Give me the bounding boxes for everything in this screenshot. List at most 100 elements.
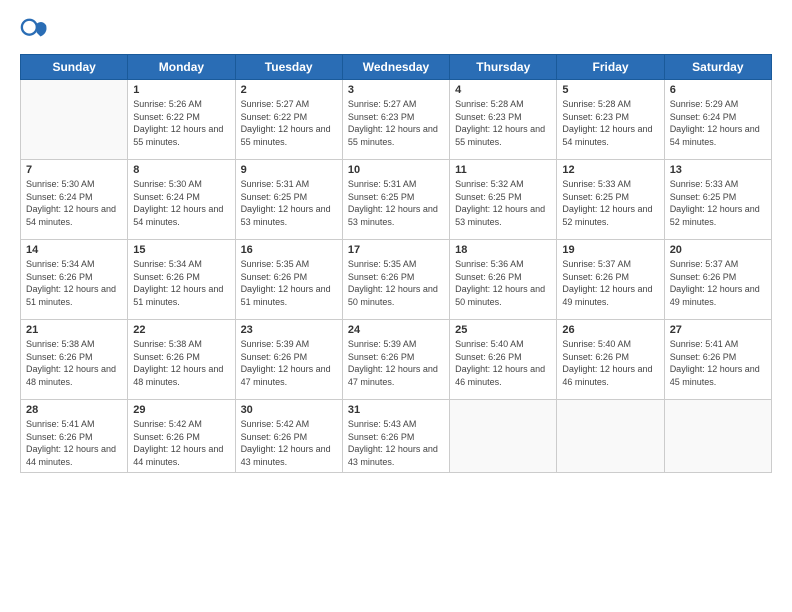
day-cell: 11 Sunrise: 5:32 AM Sunset: 6:25 PM Dayl…	[450, 160, 557, 240]
day-info: Sunrise: 5:29 AM Sunset: 6:24 PM Dayligh…	[670, 98, 766, 148]
day-cell: 14 Sunrise: 5:34 AM Sunset: 6:26 PM Dayl…	[21, 240, 128, 320]
page: SundayMondayTuesdayWednesdayThursdayFrid…	[0, 0, 792, 612]
day-cell: 26 Sunrise: 5:40 AM Sunset: 6:26 PM Dayl…	[557, 320, 664, 400]
day-cell: 3 Sunrise: 5:27 AM Sunset: 6:23 PM Dayli…	[342, 80, 449, 160]
day-cell: 4 Sunrise: 5:28 AM Sunset: 6:23 PM Dayli…	[450, 80, 557, 160]
day-number: 11	[455, 164, 551, 176]
day-cell	[21, 80, 128, 160]
day-number: 23	[241, 324, 337, 336]
day-info: Sunrise: 5:34 AM Sunset: 6:26 PM Dayligh…	[133, 258, 229, 308]
day-info: Sunrise: 5:32 AM Sunset: 6:25 PM Dayligh…	[455, 178, 551, 228]
day-info: Sunrise: 5:30 AM Sunset: 6:24 PM Dayligh…	[133, 178, 229, 228]
day-info: Sunrise: 5:38 AM Sunset: 6:26 PM Dayligh…	[133, 338, 229, 388]
day-number: 25	[455, 324, 551, 336]
day-cell: 2 Sunrise: 5:27 AM Sunset: 6:22 PM Dayli…	[235, 80, 342, 160]
day-info: Sunrise: 5:33 AM Sunset: 6:25 PM Dayligh…	[670, 178, 766, 228]
day-cell	[450, 400, 557, 473]
day-info: Sunrise: 5:37 AM Sunset: 6:26 PM Dayligh…	[562, 258, 658, 308]
day-cell: 23 Sunrise: 5:39 AM Sunset: 6:26 PM Dayl…	[235, 320, 342, 400]
logo	[20, 16, 52, 44]
day-number: 16	[241, 244, 337, 256]
day-info: Sunrise: 5:33 AM Sunset: 6:25 PM Dayligh…	[562, 178, 658, 228]
calendar: SundayMondayTuesdayWednesdayThursdayFrid…	[20, 54, 772, 602]
day-cell: 21 Sunrise: 5:38 AM Sunset: 6:26 PM Dayl…	[21, 320, 128, 400]
day-info: Sunrise: 5:26 AM Sunset: 6:22 PM Dayligh…	[133, 98, 229, 148]
day-number: 9	[241, 164, 337, 176]
day-number: 13	[670, 164, 766, 176]
day-info: Sunrise: 5:42 AM Sunset: 6:26 PM Dayligh…	[241, 418, 337, 468]
day-cell: 6 Sunrise: 5:29 AM Sunset: 6:24 PM Dayli…	[664, 80, 771, 160]
day-cell	[664, 400, 771, 473]
day-cell: 24 Sunrise: 5:39 AM Sunset: 6:26 PM Dayl…	[342, 320, 449, 400]
day-number: 10	[348, 164, 444, 176]
week-row-2: 7 Sunrise: 5:30 AM Sunset: 6:24 PM Dayli…	[21, 160, 772, 240]
day-info: Sunrise: 5:30 AM Sunset: 6:24 PM Dayligh…	[26, 178, 122, 228]
week-row-4: 21 Sunrise: 5:38 AM Sunset: 6:26 PM Dayl…	[21, 320, 772, 400]
day-cell: 1 Sunrise: 5:26 AM Sunset: 6:22 PM Dayli…	[128, 80, 235, 160]
day-info: Sunrise: 5:40 AM Sunset: 6:26 PM Dayligh…	[562, 338, 658, 388]
day-cell: 10 Sunrise: 5:31 AM Sunset: 6:25 PM Dayl…	[342, 160, 449, 240]
day-cell: 13 Sunrise: 5:33 AM Sunset: 6:25 PM Dayl…	[664, 160, 771, 240]
header-cell-tuesday: Tuesday	[235, 55, 342, 80]
day-cell	[557, 400, 664, 473]
day-number: 24	[348, 324, 444, 336]
day-info: Sunrise: 5:28 AM Sunset: 6:23 PM Dayligh…	[455, 98, 551, 148]
day-cell: 22 Sunrise: 5:38 AM Sunset: 6:26 PM Dayl…	[128, 320, 235, 400]
day-number: 1	[133, 84, 229, 96]
day-number: 20	[670, 244, 766, 256]
day-info: Sunrise: 5:40 AM Sunset: 6:26 PM Dayligh…	[455, 338, 551, 388]
day-info: Sunrise: 5:38 AM Sunset: 6:26 PM Dayligh…	[26, 338, 122, 388]
day-info: Sunrise: 5:39 AM Sunset: 6:26 PM Dayligh…	[241, 338, 337, 388]
day-cell: 18 Sunrise: 5:36 AM Sunset: 6:26 PM Dayl…	[450, 240, 557, 320]
day-info: Sunrise: 5:35 AM Sunset: 6:26 PM Dayligh…	[348, 258, 444, 308]
header	[20, 16, 772, 44]
day-cell: 30 Sunrise: 5:42 AM Sunset: 6:26 PM Dayl…	[235, 400, 342, 473]
day-cell: 16 Sunrise: 5:35 AM Sunset: 6:26 PM Dayl…	[235, 240, 342, 320]
day-info: Sunrise: 5:36 AM Sunset: 6:26 PM Dayligh…	[455, 258, 551, 308]
header-cell-saturday: Saturday	[664, 55, 771, 80]
day-cell: 7 Sunrise: 5:30 AM Sunset: 6:24 PM Dayli…	[21, 160, 128, 240]
day-cell: 29 Sunrise: 5:42 AM Sunset: 6:26 PM Dayl…	[128, 400, 235, 473]
day-number: 18	[455, 244, 551, 256]
day-cell: 15 Sunrise: 5:34 AM Sunset: 6:26 PM Dayl…	[128, 240, 235, 320]
header-cell-wednesday: Wednesday	[342, 55, 449, 80]
header-cell-sunday: Sunday	[21, 55, 128, 80]
day-info: Sunrise: 5:31 AM Sunset: 6:25 PM Dayligh…	[241, 178, 337, 228]
day-number: 19	[562, 244, 658, 256]
week-row-1: 1 Sunrise: 5:26 AM Sunset: 6:22 PM Dayli…	[21, 80, 772, 160]
day-number: 28	[26, 404, 122, 416]
day-number: 21	[26, 324, 122, 336]
day-cell: 9 Sunrise: 5:31 AM Sunset: 6:25 PM Dayli…	[235, 160, 342, 240]
day-number: 31	[348, 404, 444, 416]
day-info: Sunrise: 5:27 AM Sunset: 6:22 PM Dayligh…	[241, 98, 337, 148]
day-number: 30	[241, 404, 337, 416]
header-cell-monday: Monday	[128, 55, 235, 80]
day-number: 15	[133, 244, 229, 256]
day-number: 26	[562, 324, 658, 336]
day-cell: 28 Sunrise: 5:41 AM Sunset: 6:26 PM Dayl…	[21, 400, 128, 473]
day-number: 29	[133, 404, 229, 416]
calendar-table: SundayMondayTuesdayWednesdayThursdayFrid…	[20, 54, 772, 473]
day-number: 17	[348, 244, 444, 256]
day-info: Sunrise: 5:28 AM Sunset: 6:23 PM Dayligh…	[562, 98, 658, 148]
day-info: Sunrise: 5:31 AM Sunset: 6:25 PM Dayligh…	[348, 178, 444, 228]
day-info: Sunrise: 5:41 AM Sunset: 6:26 PM Dayligh…	[670, 338, 766, 388]
day-number: 6	[670, 84, 766, 96]
day-number: 22	[133, 324, 229, 336]
day-number: 27	[670, 324, 766, 336]
day-info: Sunrise: 5:42 AM Sunset: 6:26 PM Dayligh…	[133, 418, 229, 468]
day-cell: 19 Sunrise: 5:37 AM Sunset: 6:26 PM Dayl…	[557, 240, 664, 320]
day-cell: 8 Sunrise: 5:30 AM Sunset: 6:24 PM Dayli…	[128, 160, 235, 240]
day-number: 14	[26, 244, 122, 256]
day-number: 7	[26, 164, 122, 176]
day-info: Sunrise: 5:34 AM Sunset: 6:26 PM Dayligh…	[26, 258, 122, 308]
day-info: Sunrise: 5:43 AM Sunset: 6:26 PM Dayligh…	[348, 418, 444, 468]
day-info: Sunrise: 5:27 AM Sunset: 6:23 PM Dayligh…	[348, 98, 444, 148]
header-cell-friday: Friday	[557, 55, 664, 80]
day-number: 8	[133, 164, 229, 176]
day-info: Sunrise: 5:39 AM Sunset: 6:26 PM Dayligh…	[348, 338, 444, 388]
day-info: Sunrise: 5:35 AM Sunset: 6:26 PM Dayligh…	[241, 258, 337, 308]
day-info: Sunrise: 5:41 AM Sunset: 6:26 PM Dayligh…	[26, 418, 122, 468]
day-cell: 20 Sunrise: 5:37 AM Sunset: 6:26 PM Dayl…	[664, 240, 771, 320]
week-row-3: 14 Sunrise: 5:34 AM Sunset: 6:26 PM Dayl…	[21, 240, 772, 320]
